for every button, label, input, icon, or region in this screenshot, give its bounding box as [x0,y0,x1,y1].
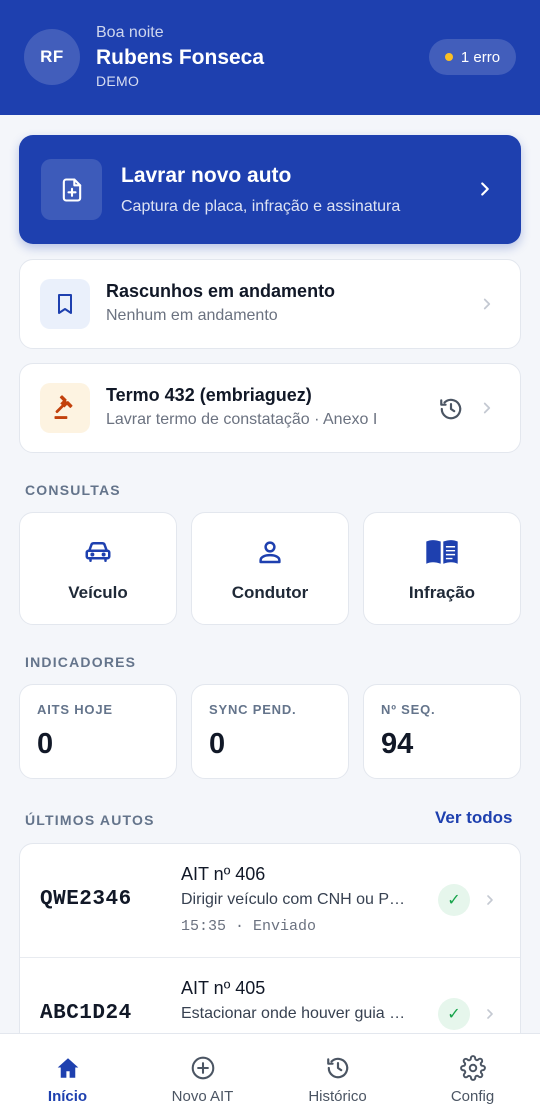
car-icon [20,537,176,567]
consulta-infracao-label: Infração [408,583,476,602]
drafts-card[interactable]: Rascunhos em andamento Nenhum em andamen… [19,259,521,349]
nav-inicio[interactable]: Início [0,1034,135,1113]
stat-aits-hoje: AITS HOJE 0 [19,684,177,779]
consulta-infracao-button[interactable]: Infração [363,512,521,625]
chevron-right-icon [482,892,498,913]
stat-label: Nº SEQ. [381,702,436,717]
ait-meta: 15:35 · Enviado [181,918,317,935]
check-icon: ✓ [438,998,470,1030]
nav-label: Início [47,1088,88,1105]
error-badge[interactable]: 1 erro [429,39,516,75]
error-badge-label: 1 erro [460,48,501,66]
plate-number: ABC1D24 [40,1002,132,1025]
book-icon [364,537,520,567]
greeting-text: Boa noite [96,24,164,41]
new-auto-title: Lavrar novo auto [121,164,292,187]
gavel-icon [40,383,90,433]
nav-config[interactable]: Config [405,1034,540,1113]
chevron-right-icon [474,178,496,205]
stat-value: 94 [381,728,414,760]
environment-label: DEMO [96,73,140,89]
history-icon[interactable] [438,396,464,427]
ait-description: Dirigir veículo com CNH ou P… [181,891,406,908]
new-auto-button[interactable]: Lavrar novo auto Captura de placa, infra… [19,135,521,244]
new-auto-subtitle: Captura de placa, infração e assinatura [121,198,401,215]
stat-label: AITS HOJE [37,702,113,717]
check-icon: ✓ [438,884,470,916]
avatar[interactable]: RF [24,29,80,85]
stat-label: SYNC PEND. [209,702,297,717]
nav-label: Config [450,1088,495,1105]
consulta-condutor-button[interactable]: Condutor [191,512,349,625]
consulta-veiculo-label: Veículo [68,583,128,602]
bookmark-icon [40,279,90,329]
person-icon [192,537,348,567]
gear-icon [405,1055,540,1081]
stat-sync-pendentes: SYNC PEND. 0 [191,684,349,779]
ait-description: Estacionar onde houver guia … [181,1005,406,1022]
termo-subtitle: Lavrar termo de constatação · Anexo I [106,411,378,428]
nav-label: Histórico [308,1088,367,1105]
error-dot-icon [444,53,453,61]
file-plus-icon [41,159,102,220]
chevron-right-icon [478,295,496,318]
home-icon [0,1055,135,1081]
consulta-veiculo-button[interactable]: Veículo [19,512,177,625]
chevron-right-icon [482,1006,498,1027]
drafts-subtitle: Nenhum em andamento [106,307,278,324]
stat-numero-sequencia: Nº SEQ. 94 [363,684,521,779]
nav-label: Novo AIT [171,1088,234,1105]
bottom-navigation: Início Novo AIT Histórico Config [0,1033,540,1113]
app-header: RF Boa noite Rubens Fonseca DEMO 1 erro [0,0,540,115]
see-all-link[interactable]: Ver todos [435,808,512,828]
stat-value: 0 [209,728,226,760]
chevron-right-icon [478,399,496,422]
plate-number: QWE2346 [40,888,132,911]
history-icon [270,1055,405,1081]
plus-circle-icon [135,1055,270,1081]
ait-title: AIT nº 405 [181,978,266,998]
nav-novo-ait[interactable]: Novo AIT [135,1034,270,1113]
ait-title: AIT nº 406 [181,864,266,884]
nav-historico[interactable]: Histórico [270,1034,405,1113]
termo-432-card[interactable]: Termo 432 (embriaguez) Lavrar termo de c… [19,363,521,453]
section-label-indicadores: INDICADORES [25,654,137,670]
consulta-condutor-label: Condutor [231,583,309,602]
termo-title: Termo 432 (embriaguez) [106,385,312,405]
section-label-consultas: CONSULTAS [25,482,121,498]
stat-value: 0 [37,728,54,760]
user-name: Rubens Fonseca [96,46,265,69]
section-label-ultimos-autos: ÚLTIMOS AUTOS [25,812,155,828]
drafts-title: Rascunhos em andamento [106,281,336,301]
list-item[interactable]: QWE2346 AIT nº 406 Dirigir veículo com C… [20,844,520,957]
